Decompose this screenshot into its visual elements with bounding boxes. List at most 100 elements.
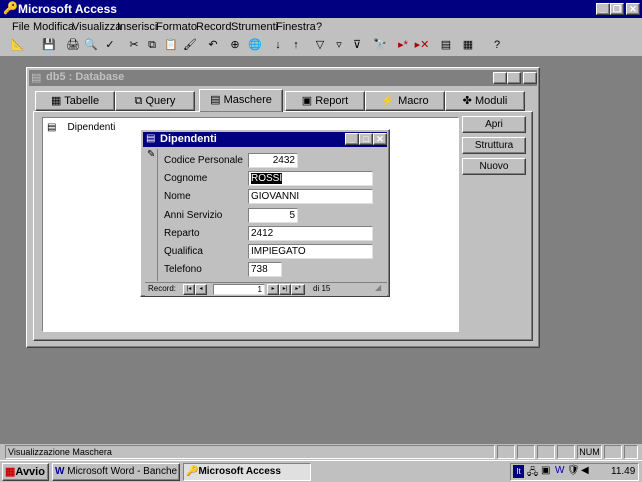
report-icon: ▣: [301, 95, 313, 107]
tab-moduli[interactable]: ✤ Moduli: [445, 91, 525, 111]
database-title: db5 : Database: [46, 71, 125, 83]
tab-maschere[interactable]: ▤ Maschere: [199, 89, 283, 112]
record-selector[interactable]: ✎: [145, 149, 158, 281]
selected-text: ROSSI: [251, 173, 283, 184]
sort-ascending-icon[interactable]: ↓: [268, 36, 288, 54]
sort-descending-icon[interactable]: ↑: [286, 36, 306, 54]
new-record-icon[interactable]: ▸*: [393, 36, 413, 54]
last-record-button[interactable]: ▸|: [279, 284, 291, 295]
language-icon[interactable]: It: [513, 465, 524, 478]
app-title: Microsoft Access: [18, 2, 117, 16]
status-bar: Visualizzazione Maschera NUM: [0, 444, 642, 460]
open-button[interactable]: Apri: [462, 116, 526, 133]
word-tray-icon[interactable]: W: [555, 465, 564, 476]
properties-icon[interactable]: ▤: [436, 36, 456, 54]
tab-tabelle[interactable]: ▦ Tabelle: [35, 91, 115, 111]
record-navigation: Record: |◂ ◂ 1 ▸ ▸| ▸* di 15 ◢: [145, 282, 387, 296]
restore-button[interactable]: ❐: [610, 3, 624, 15]
access-key-icon: 🔑: [186, 466, 199, 477]
web-icon[interactable]: 🌐: [245, 36, 265, 54]
network-icon[interactable]: 🖧: [527, 465, 538, 482]
resize-grip-icon[interactable]: ◢: [375, 283, 381, 292]
filter-selection-icon[interactable]: ▽: [310, 36, 330, 54]
print-preview-icon[interactable]: 🔍: [81, 36, 101, 54]
database-icon: ▤: [31, 72, 42, 84]
list-item[interactable]: ▤ Dipendenti: [47, 121, 115, 135]
status-pane: [497, 445, 515, 459]
volume-icon[interactable]: ◀: [581, 465, 589, 476]
access-key-icon: 🔑: [3, 1, 18, 15]
tab-query[interactable]: ⧉ Query: [115, 91, 195, 111]
field-label: Telefono: [164, 264, 202, 275]
scheduler-icon[interactable]: ▣: [541, 465, 550, 476]
tab-report[interactable]: ▣ Report: [285, 91, 365, 111]
tab-macro[interactable]: ⚡ Macro: [365, 91, 445, 111]
form-title: Dipendenti: [160, 133, 217, 145]
query-icon: ⧉: [134, 95, 143, 107]
db-close-button[interactable]: ✕: [523, 72, 537, 84]
minimize-button[interactable]: _: [596, 3, 610, 15]
format-painter-icon[interactable]: 🖌: [180, 36, 200, 54]
undo-icon[interactable]: ↶: [203, 36, 223, 54]
office-assistant-icon[interactable]: ?: [487, 36, 507, 54]
qualifica-field[interactable]: IMPIEGATO: [248, 244, 373, 259]
form-minimize-button[interactable]: _: [345, 133, 359, 145]
find-icon[interactable]: 🔭: [370, 36, 390, 54]
db-maximize-button[interactable]: □: [507, 72, 521, 84]
status-pane: [537, 445, 555, 459]
table-icon: ▦: [50, 95, 62, 107]
form-icon: ▤: [210, 94, 221, 106]
current-record-field[interactable]: 1: [213, 284, 265, 295]
paste-icon[interactable]: 📋: [161, 36, 181, 54]
field-label: Nome: [164, 191, 191, 202]
spelling-icon[interactable]: ✓: [100, 36, 120, 54]
apply-filter-icon[interactable]: ⊽: [347, 36, 367, 54]
new-object-icon[interactable]: ▦: [458, 36, 478, 54]
reparto-field[interactable]: 2412: [248, 226, 373, 241]
database-titlebar: ▤ db5 : Database _ □ ✕: [29, 70, 537, 86]
filter-form-icon[interactable]: ▿: [329, 36, 349, 54]
new-button[interactable]: Nuovo: [462, 158, 526, 175]
status-pane: [624, 445, 638, 459]
field-label: Reparto: [164, 228, 200, 239]
codice-personale-field[interactable]: 2432: [248, 153, 298, 168]
view-icon[interactable]: 📐: [8, 36, 28, 54]
tab-label: Macro: [398, 95, 429, 107]
next-record-button[interactable]: ▸: [267, 284, 279, 295]
status-pane: [557, 445, 575, 459]
form-icon: ▤: [146, 133, 156, 144]
status-text: Visualizzazione Maschera: [5, 445, 495, 459]
cognome-field[interactable]: ROSSI: [248, 171, 373, 186]
anni-servizio-field[interactable]: 5: [248, 208, 298, 223]
save-icon[interactable]: 💾: [39, 36, 59, 54]
print-icon[interactable]: 🖨: [63, 36, 83, 54]
copy-icon[interactable]: ⧉: [142, 36, 162, 54]
taskbar-access[interactable]: 🔑Microsoft Access: [183, 463, 311, 481]
first-record-button[interactable]: |◂: [183, 284, 195, 295]
design-button[interactable]: Struttura: [462, 137, 526, 154]
db-minimize-button[interactable]: _: [493, 72, 507, 84]
antivirus-icon[interactable]: 🛡: [567, 465, 580, 476]
record-label: Record:: [148, 284, 177, 293]
status-pane: [517, 445, 535, 459]
start-button[interactable]: ▦Avvio: [2, 463, 49, 481]
insert-object-icon[interactable]: ⊕: [225, 36, 245, 54]
telefono-field[interactable]: 738: [248, 262, 282, 277]
new-record-nav-button[interactable]: ▸*: [291, 284, 305, 295]
macro-icon: ⚡: [381, 95, 396, 107]
nome-field[interactable]: GIOVANNI: [248, 189, 373, 204]
previous-record-button[interactable]: ◂: [195, 284, 207, 295]
close-button[interactable]: ✕: [626, 3, 640, 15]
form-window: ▤ Dipendenti _ □ ✕ ✎ Codice Personale 24…: [140, 129, 390, 297]
field-label: Qualifica: [164, 246, 203, 257]
delete-record-icon[interactable]: ▸✕: [412, 36, 432, 54]
list-item-label: Dipendenti: [67, 122, 116, 133]
task-label: Microsoft Access: [198, 466, 281, 477]
field-label: Cognome: [164, 173, 208, 184]
form-close-button[interactable]: ✕: [373, 133, 387, 145]
task-label: Microsoft Word - Banche d...: [67, 466, 179, 477]
cut-icon[interactable]: ✂: [124, 36, 144, 54]
form-maximize-button[interactable]: □: [359, 133, 373, 145]
form-titlebar: ▤ Dipendenti _ □ ✕: [143, 132, 387, 147]
taskbar-word[interactable]: W Microsoft Word - Banche d...: [52, 463, 180, 481]
